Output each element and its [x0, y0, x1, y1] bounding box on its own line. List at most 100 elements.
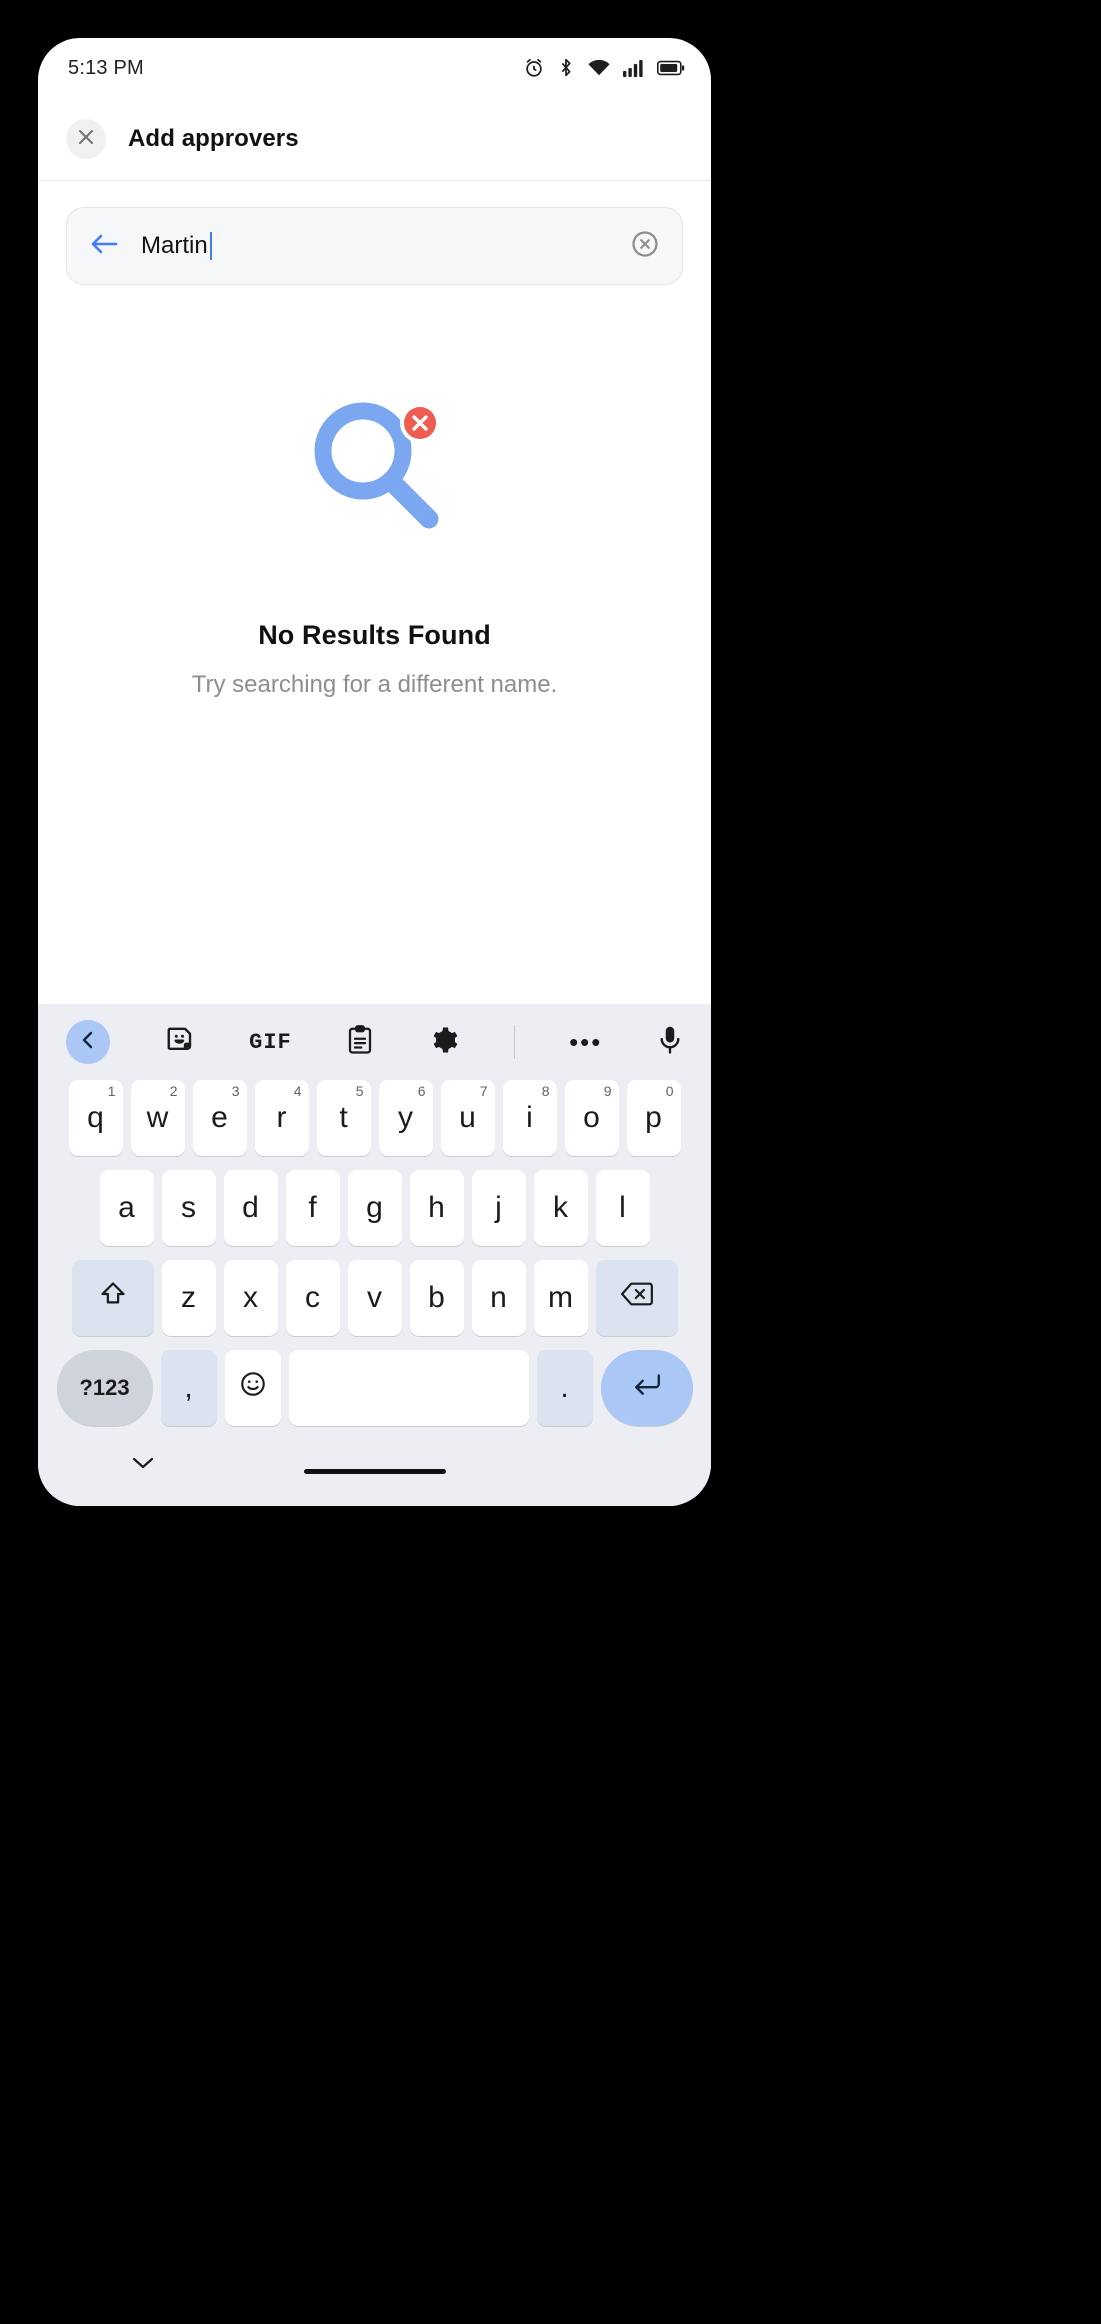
status-icons [523, 57, 685, 79]
key-k[interactable]: k [533, 1170, 588, 1246]
key-n[interactable]: n [471, 1260, 526, 1336]
key-i-label: i [526, 1101, 533, 1134]
phone-frame: 5:13 PM Add approvers Martin No Results … [0, 0, 1101, 2324]
gif-label: GIF [249, 1029, 292, 1055]
key-d[interactable]: d [223, 1170, 278, 1246]
empty-state-subtitle: Try searching for a different name. [191, 671, 558, 698]
keyboard-row-2: a s d f g h j k l [48, 1170, 701, 1246]
key-e-number: 3 [231, 1083, 240, 1099]
keyboard-row-3: z x c v b n m [48, 1260, 701, 1336]
key-h[interactable]: h [409, 1170, 464, 1246]
sticker-button[interactable] [165, 1025, 195, 1060]
key-t-number: 5 [355, 1083, 364, 1099]
wifi-icon [587, 57, 611, 79]
key-g-label: g [366, 1191, 383, 1224]
key-t[interactable]: 5t [316, 1080, 371, 1156]
shift-icon [99, 1280, 127, 1316]
key-w[interactable]: 2w [130, 1080, 185, 1156]
keyboard-row-4: ?123 , . [48, 1350, 701, 1426]
symbols-key[interactable]: ?123 [56, 1350, 153, 1426]
key-x[interactable]: x [223, 1260, 278, 1336]
key-z[interactable]: z [161, 1260, 216, 1336]
key-g[interactable]: g [347, 1170, 402, 1246]
key-v-label: v [367, 1281, 382, 1314]
period-key[interactable]: . [536, 1350, 593, 1426]
keyboard-row-1: 1q 2w 3e 4r 5t 6y 7u 8i 9o 0p [48, 1080, 701, 1156]
key-q-label: q [87, 1101, 104, 1134]
key-m-label: m [548, 1281, 573, 1314]
key-s-label: s [181, 1191, 196, 1224]
search-input[interactable]: Martin [141, 232, 630, 260]
key-q[interactable]: 1q [68, 1080, 123, 1156]
symbols-key-label: ?123 [79, 1375, 130, 1400]
shift-key[interactable] [71, 1260, 154, 1336]
virtual-keyboard: GIF ••• 1 q 2 w 3 e 4 r 5 t 6 y 7 u 8 i … [38, 1004, 711, 1506]
key-i-number: 8 [541, 1083, 550, 1099]
key-b[interactable]: b [409, 1260, 464, 1336]
emoji-key[interactable] [224, 1350, 281, 1426]
close-button[interactable] [66, 119, 106, 159]
key-m[interactable]: m [533, 1260, 588, 1336]
key-q-number: 1 [107, 1083, 116, 1099]
key-o-label: o [583, 1101, 600, 1134]
backspace-key[interactable] [595, 1260, 678, 1336]
key-z-label: z [181, 1281, 196, 1314]
comma-key[interactable]: , [160, 1350, 217, 1426]
key-h-label: h [428, 1191, 445, 1224]
keyboard-back-button[interactable] [66, 1020, 110, 1064]
key-r[interactable]: 4r [254, 1080, 309, 1156]
dismiss-keyboard-button[interactable] [130, 1454, 156, 1477]
page-header: Add approvers [38, 98, 711, 180]
space-key[interactable] [288, 1350, 529, 1426]
sticker-icon [165, 1025, 195, 1060]
search-section: Martin [38, 181, 711, 285]
page-title: Add approvers [128, 125, 299, 152]
key-y[interactable]: 6y [378, 1080, 433, 1156]
key-w-label: w [146, 1101, 169, 1134]
home-indicator [303, 1468, 446, 1474]
keyboard-bottom-bar [38, 1440, 711, 1502]
period-key-label: . [560, 1371, 569, 1404]
key-e[interactable]: 3e [192, 1080, 247, 1156]
more-options-icon: ••• [569, 1027, 603, 1057]
key-d-label: d [242, 1191, 259, 1224]
key-t-label: t [339, 1101, 348, 1134]
enter-key[interactable] [600, 1350, 693, 1426]
key-y-label: y [398, 1101, 413, 1134]
keyboard-keys: 1q 2w 3e 4r 5t 6y 7u 8i 9o 0p a s d f g … [38, 1080, 711, 1426]
close-icon [76, 127, 96, 152]
key-l[interactable]: l [595, 1170, 650, 1246]
clipboard-button[interactable] [346, 1024, 374, 1060]
back-chevron-icon [79, 1030, 97, 1055]
cellular-signal-icon [623, 57, 645, 79]
back-arrow-icon[interactable] [89, 231, 119, 262]
battery-icon [657, 58, 685, 78]
text-cursor [209, 232, 212, 260]
voice-input-button[interactable] [657, 1025, 683, 1060]
alarm-icon [523, 57, 545, 79]
key-u-number: 7 [479, 1083, 488, 1099]
clear-search-button[interactable] [630, 229, 660, 264]
search-bar[interactable]: Martin [66, 207, 683, 285]
key-j[interactable]: j [471, 1170, 526, 1246]
key-c-label: c [305, 1281, 320, 1314]
key-e-label: e [211, 1101, 228, 1134]
key-a[interactable]: a [99, 1170, 154, 1246]
key-c[interactable]: c [285, 1260, 340, 1336]
key-f[interactable]: f [285, 1170, 340, 1246]
key-i[interactable]: 8i [502, 1080, 557, 1156]
gif-button[interactable]: GIF [249, 1030, 292, 1055]
key-f-label: f [308, 1191, 317, 1224]
more-options-button[interactable]: ••• [569, 1027, 603, 1057]
key-v[interactable]: v [347, 1260, 402, 1336]
key-o[interactable]: 9o [564, 1080, 619, 1156]
emoji-icon [239, 1370, 267, 1406]
key-y-number: 6 [417, 1083, 426, 1099]
keyboard-settings-button[interactable] [429, 1025, 459, 1060]
key-s[interactable]: s [161, 1170, 216, 1246]
key-k-label: k [553, 1191, 568, 1224]
key-u[interactable]: 7u [440, 1080, 495, 1156]
key-a-label: a [118, 1191, 135, 1224]
key-p[interactable]: 0p [626, 1080, 681, 1156]
key-b-label: b [428, 1281, 445, 1314]
